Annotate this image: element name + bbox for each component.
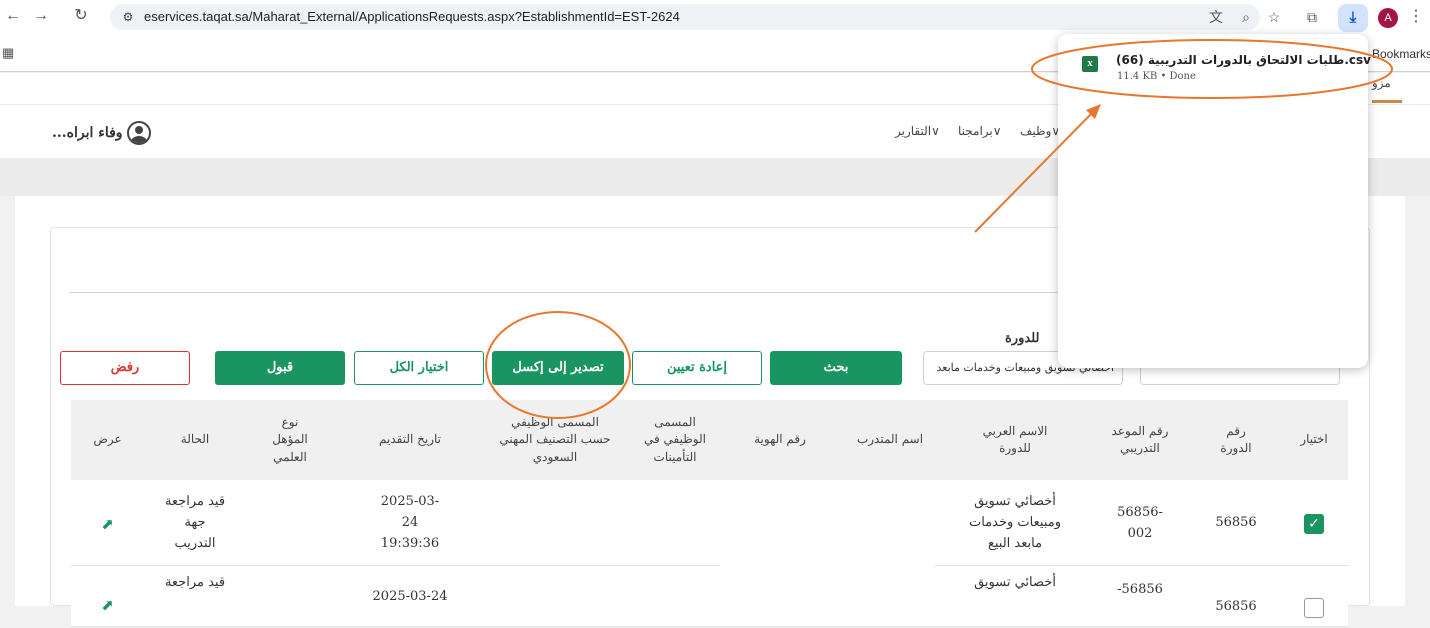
- cell-apply-date: 2025-03-24 19:39:36: [380, 494, 440, 551]
- user-avatar-icon: [126, 121, 151, 145]
- address-bar[interactable]: ⚙ eservices.taqat.sa/Maharat_External/Ap…: [110, 4, 1260, 30]
- nav-programs[interactable]: برامجنا∨: [958, 124, 1002, 138]
- external-link-icon[interactable]: ⬈: [101, 512, 114, 536]
- export-excel-button[interactable]: تصدير إلى إكسل: [492, 351, 624, 385]
- nav-jobs[interactable]: وظيف∨: [1020, 124, 1060, 138]
- cell-apply-date: 2025-03-24: [372, 588, 448, 604]
- th-course-no: رقم الدورة: [1220, 423, 1252, 455]
- download-file-name[interactable]: طلبات الالتحاق بالدورات التدريبية (66).c…: [1116, 53, 1371, 67]
- th-select: اختيار: [1300, 432, 1328, 447]
- cell-session-no: 56856-: [1117, 581, 1163, 597]
- th-apply-date: تاريخ التقديم: [379, 432, 441, 447]
- url-text[interactable]: eservices.taqat.sa/Maharat_External/Appl…: [144, 9, 680, 24]
- extensions-icon[interactable]: ⧉: [1301, 6, 1323, 28]
- nav-jobs-label: وظيف: [1020, 124, 1052, 138]
- th-trainee-name: اسم المتدرب: [856, 432, 924, 447]
- bookmarks-link[interactable]: Bookmarks: [1372, 47, 1430, 61]
- translate-icon[interactable]: 文: [1205, 6, 1227, 28]
- view-button[interactable]: ⬈: [75, 481, 140, 566]
- reject-button[interactable]: رفض: [60, 351, 190, 385]
- accept-button[interactable]: قبول: [215, 351, 345, 385]
- nav-reports[interactable]: التقارير∨: [895, 124, 940, 138]
- apps-grid-icon[interactable]: ▦: [2, 44, 20, 62]
- view-button[interactable]: ⬈: [75, 590, 140, 620]
- th-session-no: رقم الموعد التدريبي: [1111, 423, 1169, 455]
- star-icon[interactable]: ☆: [1263, 6, 1285, 28]
- th-gosi-title: المسمى الوظيفي في التأمينات: [644, 414, 706, 464]
- download-file-meta: 11.4 KB • Done: [1117, 71, 1196, 82]
- row-checkbox[interactable]: [1280, 588, 1348, 628]
- cell-session-no: 56856-002: [1117, 504, 1163, 541]
- row-checkbox[interactable]: ✓: [1280, 481, 1348, 566]
- redacted-area: [720, 480, 935, 606]
- th-course-ar-name: الاسم العربي للدورة: [982, 423, 1048, 455]
- user-name: وفاء ابراه...: [52, 125, 123, 141]
- site-info-icon[interactable]: ⚙: [118, 8, 138, 26]
- nav-fragment-text: مزو: [1372, 76, 1391, 90]
- forward-icon[interactable]: →: [30, 5, 52, 27]
- th-id-no: رقم الهوية: [754, 432, 806, 447]
- th-qualification: نوع المؤهل العلمي: [272, 414, 308, 464]
- th-status: الحالة: [180, 432, 210, 447]
- search-button[interactable]: بحث: [770, 351, 902, 385]
- cell-course-ar-name: أخصائي تسويق ومبيعات وخدمات مابعد البيع: [969, 494, 1061, 551]
- course-filter-label: للدورة: [1005, 331, 1040, 346]
- th-view: عرض: [93, 432, 122, 447]
- cell-status: قيد مراجعة جهة التدريب: [164, 494, 226, 551]
- nav-reports-label: التقارير: [895, 124, 932, 138]
- checkbox-unchecked-icon[interactable]: [1304, 598, 1324, 618]
- downloads-popup: [1058, 34, 1368, 368]
- user-menu[interactable]: وفاء ابراه...: [52, 120, 151, 146]
- cell-course-no: 56856: [1215, 598, 1257, 614]
- reset-button[interactable]: إعادة تعيين: [632, 351, 762, 385]
- menu-kebab-icon[interactable]: ⋮: [1408, 6, 1424, 28]
- reload-icon[interactable]: ↻: [70, 5, 92, 27]
- profile-avatar[interactable]: A: [1378, 8, 1398, 28]
- th-saudi-title: المسمى الوظيفي حسب التصنيف المهني السعود…: [499, 414, 611, 464]
- checkbox-checked-icon[interactable]: ✓: [1304, 513, 1324, 534]
- nav-active-underline: [1372, 100, 1402, 103]
- nav-programs-label: برامجنا: [958, 124, 993, 138]
- zoom-icon[interactable]: ⌕: [1235, 6, 1257, 28]
- select-all-button[interactable]: اختيار الكل: [354, 351, 484, 385]
- download-icon[interactable]: ⤓: [1338, 4, 1368, 32]
- excel-file-icon: x: [1082, 56, 1098, 72]
- back-icon[interactable]: ←: [2, 5, 24, 27]
- cell-status: قيد مراجعة: [164, 574, 226, 590]
- cell-course-no: 56856: [1215, 515, 1257, 531]
- cell-course-ar-name: أخصائي تسويق: [974, 574, 1056, 590]
- external-link-icon[interactable]: ⬈: [101, 593, 114, 617]
